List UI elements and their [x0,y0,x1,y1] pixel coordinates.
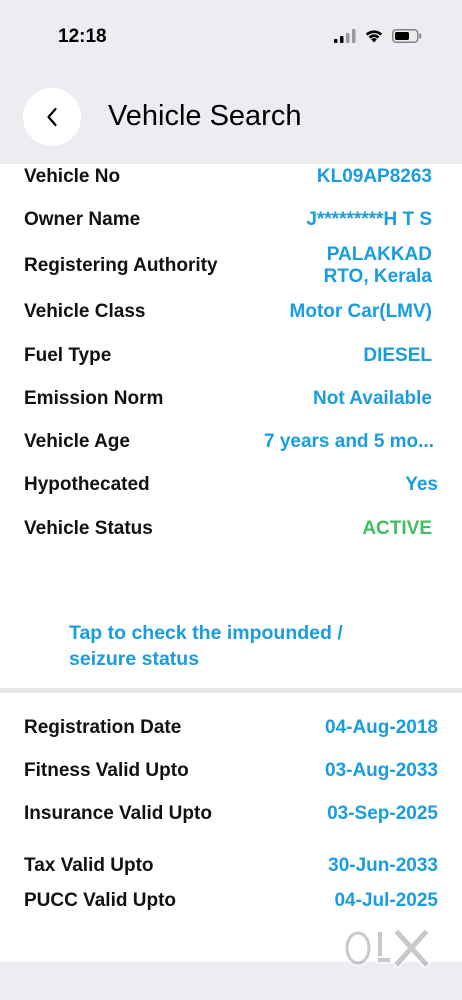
insurance-valid-value: 03-Sep-2025 [327,803,438,824]
impound-link-line-1: Tap to check the impounded / [69,622,343,644]
status-bar: 12:18 [0,0,462,70]
detail-label: Owner Name [24,209,141,230]
chevron-left-icon [47,107,57,127]
emission-norm-value: Not Available [313,388,432,409]
page-title: Vehicle Search [108,100,302,132]
validity-label: Tax Valid Upto [24,855,154,876]
section-divider [0,688,462,693]
validity-label: Registration Date [24,717,182,738]
back-button[interactable] [23,88,81,146]
status-time: 12:18 [58,26,107,47]
pucc-valid-value: 04-Jul-2025 [334,890,438,911]
detail-label: Registering Authority [24,255,218,276]
validity-label: Fitness Valid Upto [24,760,189,781]
impound-link-line-2: seizure status [69,648,200,670]
olx-watermark-logo [343,926,432,970]
detail-label: Vehicle Class [24,301,146,322]
cellular-signal-icon [334,28,356,43]
vehicle-status-badge: ACTIVE [362,518,432,539]
detail-label: Emission Norm [24,388,164,409]
detail-label: Fuel Type [24,345,112,366]
validity-label: PUCC Valid Upto [24,890,177,911]
registration-date-value: 04-Aug-2018 [325,717,438,738]
validity-label: Insurance Valid Upto [24,803,212,824]
detail-label: Vehicle No [24,166,121,187]
fuel-type-value: DIESEL [363,345,432,366]
detail-label: Vehicle Age [24,431,130,452]
registering-authority-value: PALAKKAD RTO, Kerala [324,244,432,288]
detail-label: Hypothecated [24,474,150,495]
detail-label: Vehicle Status [24,518,153,539]
impound-status-link[interactable]: Tap to check the impounded / seizure sta… [69,620,429,672]
authority-line-2: RTO, Kerala [323,266,432,287]
status-icons [334,28,422,43]
authority-line-1: PALAKKAD [326,244,432,265]
vehicle-class-value: Motor Car(LMV) [289,301,432,322]
nav-header: Vehicle Search [0,70,462,164]
wifi-icon [365,30,383,43]
vehicle-number-value: KL09AP8263 [316,166,432,187]
battery-icon [392,28,422,43]
vehicle-age-value: 7 years and 5 mo... [263,431,434,452]
hypothecated-value: Yes [405,474,438,495]
fitness-valid-value: 03-Aug-2033 [325,760,438,781]
tax-valid-value: 30-Jun-2033 [328,855,438,876]
owner-name-value: J*********H T S [306,209,432,230]
